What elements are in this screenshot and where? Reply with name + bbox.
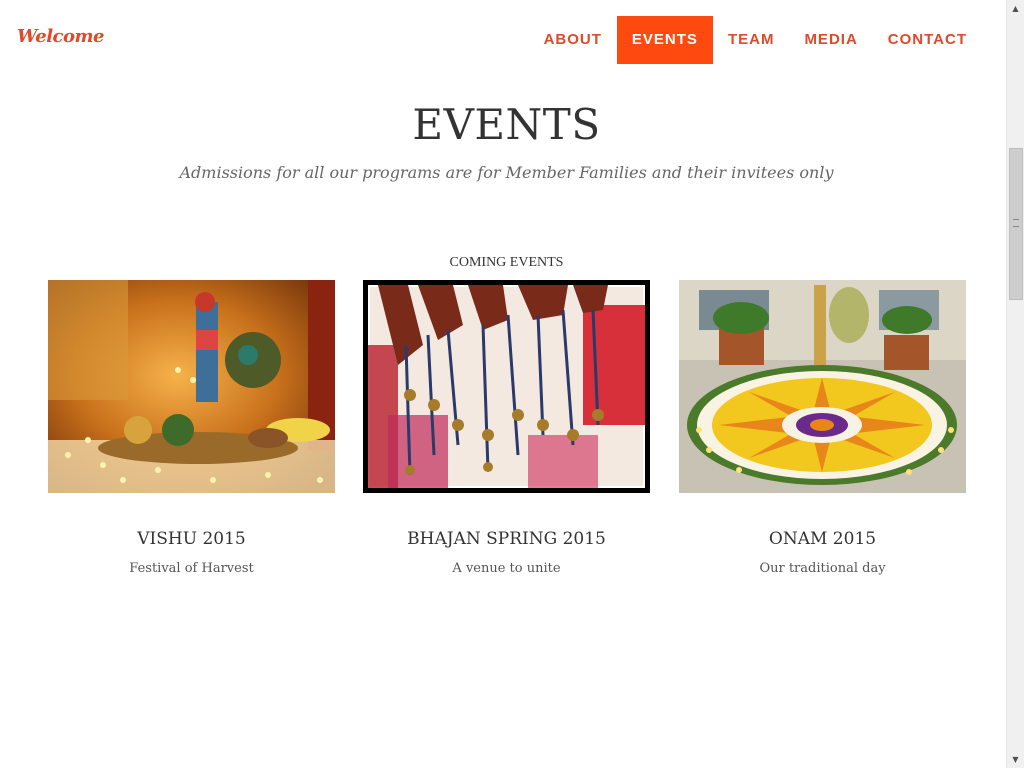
nav-media[interactable]: MEDIA <box>789 16 872 64</box>
coming-events-label: COMING EVENTS <box>449 255 564 270</box>
hanging-bells-photo[interactable] <box>363 280 650 493</box>
nav-contact[interactable]: CONTACT <box>873 16 982 64</box>
event-description: A venue to unite <box>452 561 561 576</box>
event-card-vishu[interactable]: VISHU 2015 Festival of Harvest <box>48 280 335 576</box>
vishu-altar-photo[interactable] <box>48 280 335 493</box>
event-title[interactable]: VISHU 2015 <box>48 529 335 549</box>
section-subtitle: Admissions for all our programs are for … <box>179 163 834 182</box>
event-description: Our traditional day <box>759 561 886 576</box>
main-nav: ABOUT EVENTS TEAM MEDIA CONTACT <box>529 16 982 64</box>
nav-about[interactable]: ABOUT <box>529 16 617 64</box>
event-title[interactable]: ONAM 2015 <box>679 529 966 549</box>
brand-logo[interactable]: Welcome <box>17 26 105 47</box>
arrow-down-icon[interactable]: ▼ <box>1007 751 1024 768</box>
page: Welcome ABOUT EVENTS TEAM MEDIA CONTACT … <box>0 0 984 768</box>
section-title: EVENTS <box>412 100 601 149</box>
event-card-bhajan[interactable]: BHAJAN SPRING 2015 A venue to unite <box>363 280 650 576</box>
scrollbar-thumb[interactable] <box>1009 148 1023 300</box>
nav-events[interactable]: EVENTS <box>616 16 713 64</box>
event-title[interactable]: BHAJAN SPRING 2015 <box>363 529 650 549</box>
vertical-scrollbar[interactable]: ▲ ▼ <box>1006 0 1024 768</box>
flower-rangoli-photo[interactable] <box>679 280 966 493</box>
event-card-onam[interactable]: ONAM 2015 Our traditional day <box>679 280 966 576</box>
arrow-up-icon[interactable]: ▲ <box>1007 0 1024 17</box>
event-description: Festival of Harvest <box>129 561 254 576</box>
nav-team[interactable]: TEAM <box>713 16 790 64</box>
grip-icon <box>1013 219 1019 227</box>
